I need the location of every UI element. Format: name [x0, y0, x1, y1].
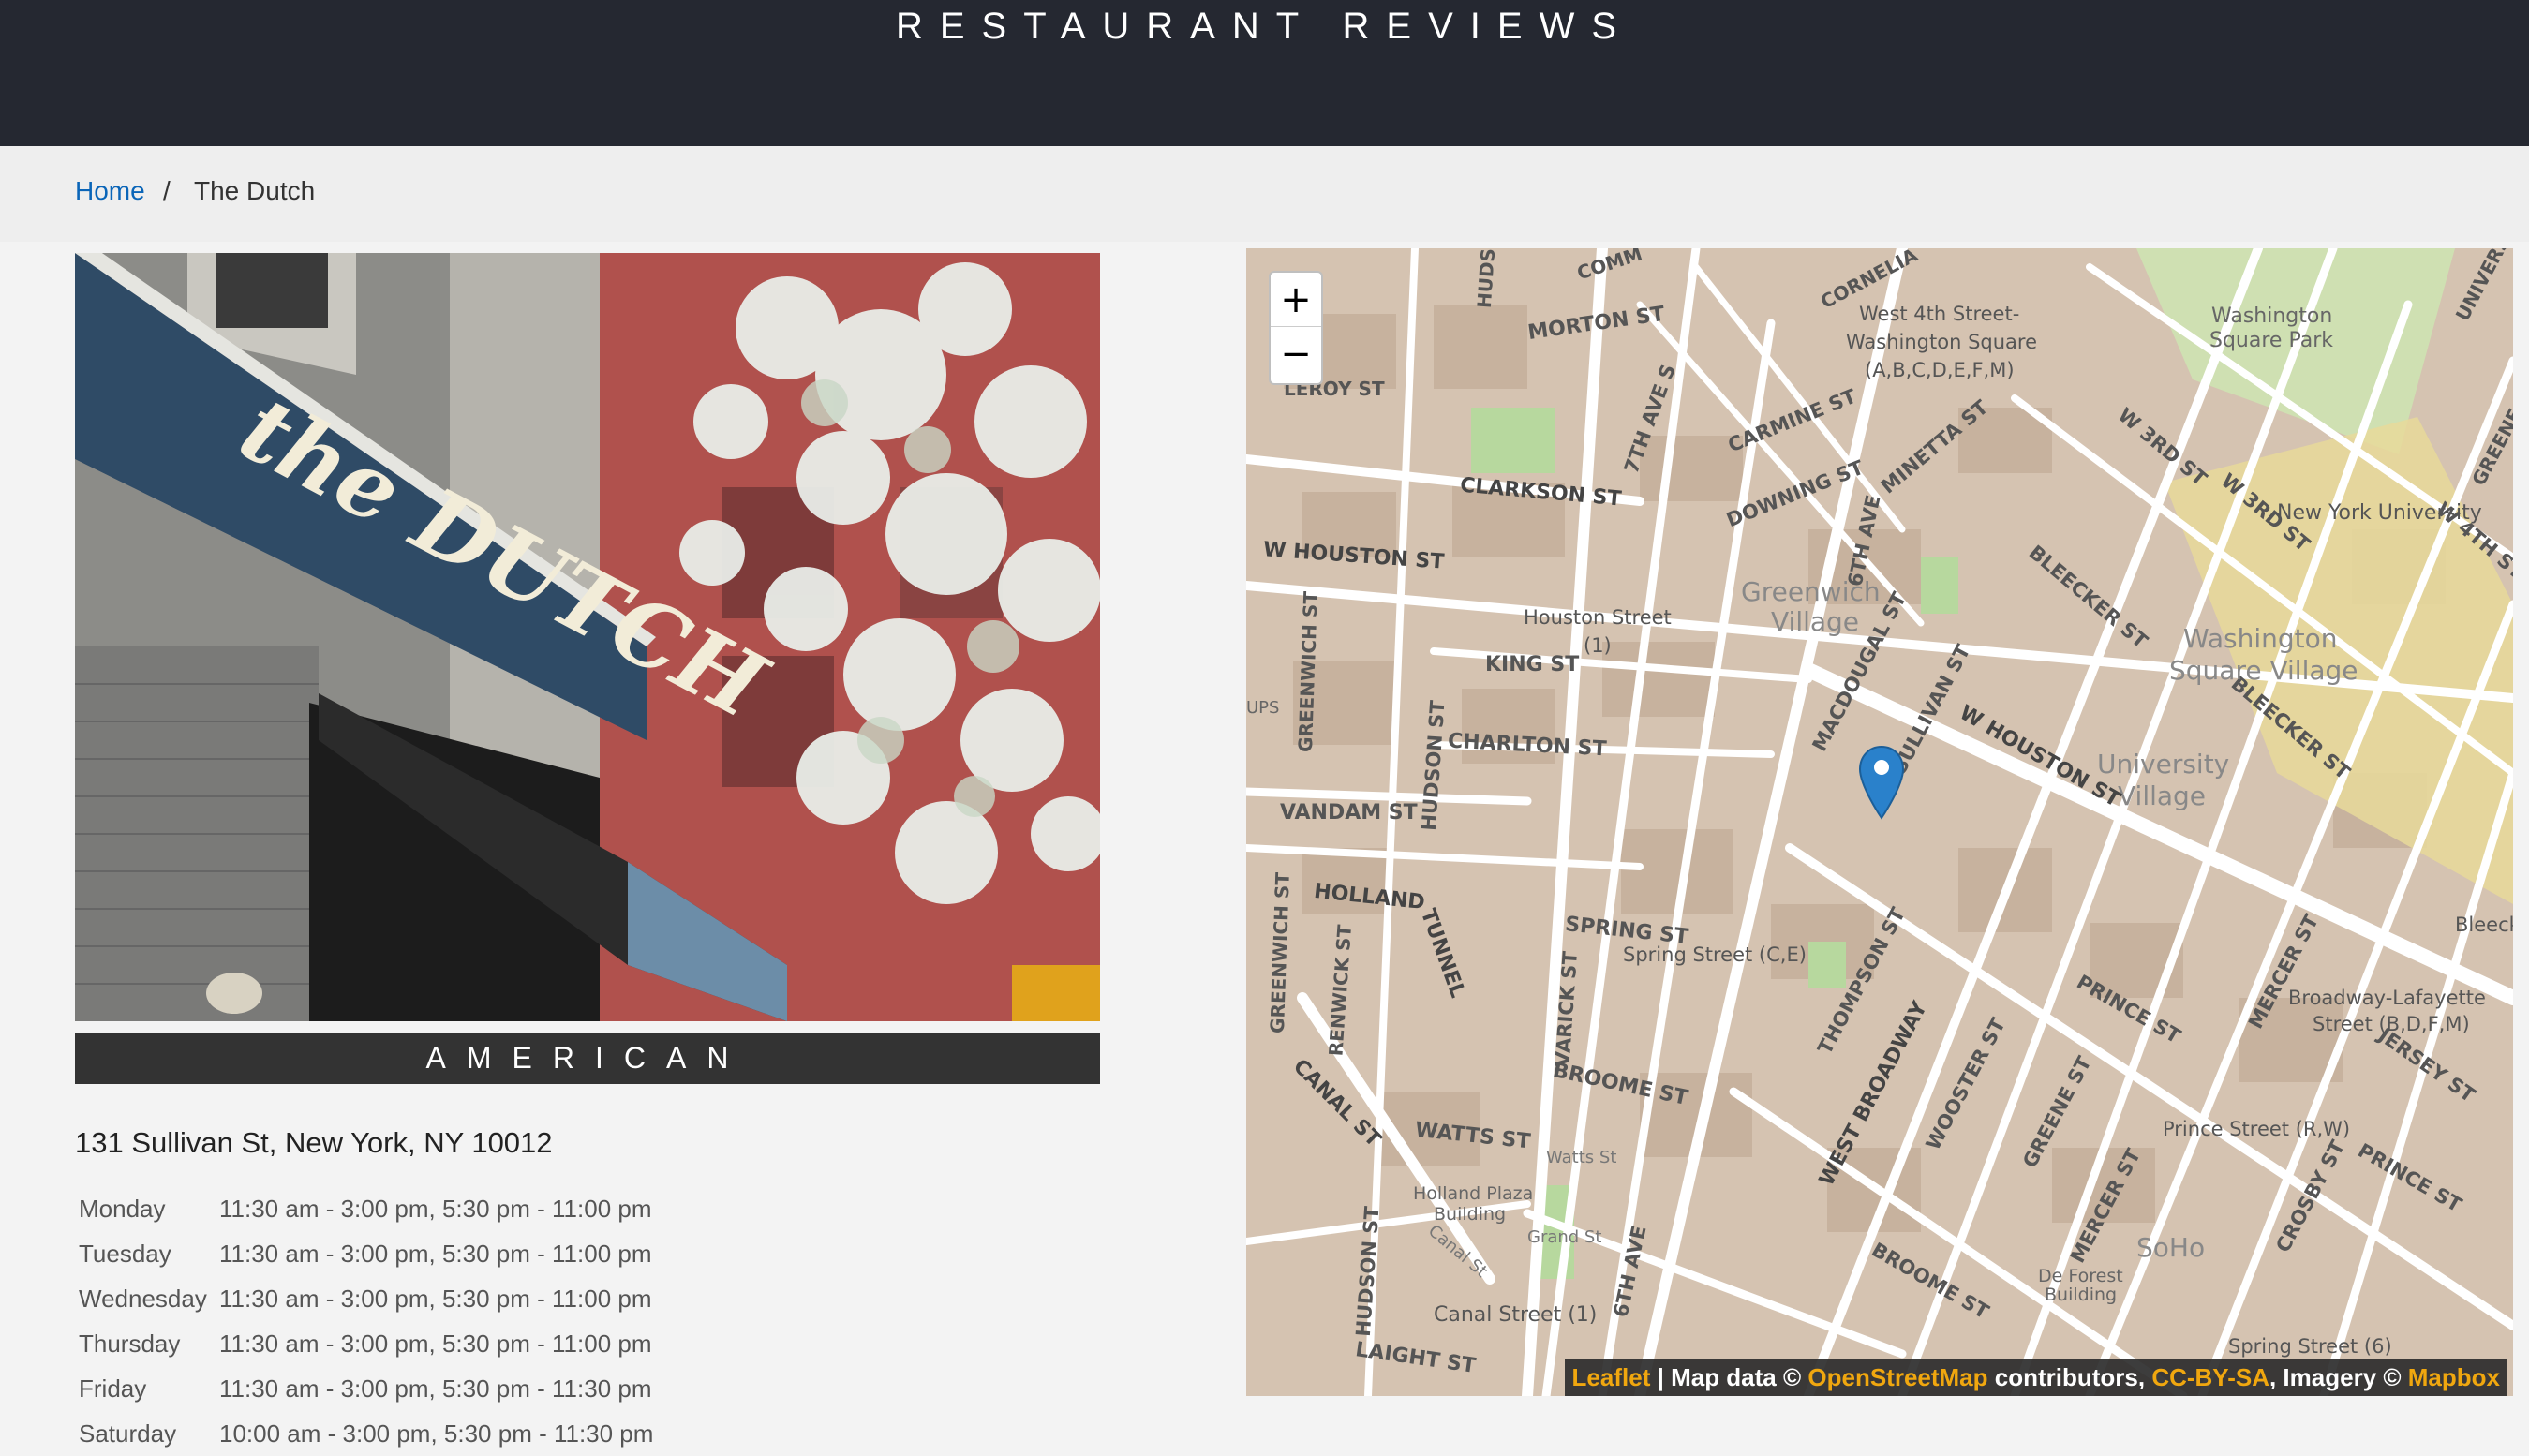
map-label-station: (A,B,C,D,E,F,M) — [1865, 359, 2015, 381]
hours-row: Tuesday 11:30 am - 3:00 pm, 5:30 pm - 11:… — [75, 1231, 657, 1276]
map-label-area: Square Village — [2169, 655, 2358, 686]
map-label-station: Spring Street (6) — [2228, 1335, 2392, 1358]
attribution-osm-link[interactable]: OpenStreetMap — [1807, 1363, 1987, 1391]
map[interactable]: MORTON ST LEROY ST CLARKSON ST W HOUSTON… — [1246, 248, 2513, 1396]
map-label-station: (1) — [1584, 634, 1612, 657]
hours-day: Thursday — [79, 1329, 181, 1358]
map-label-area: University — [2097, 749, 2230, 780]
restaurant-address: 131 Sullivan St, New York, NY 10012 — [75, 1126, 553, 1159]
map-label-station: Broadway-Lafayette — [2288, 987, 2486, 1009]
map-label-station: Spring Street (C,E) — [1623, 943, 1807, 966]
map-label-area: Village — [2118, 780, 2207, 811]
hours-time: 11:30 am - 3:00 pm, 5:30 pm - 11:00 pm — [219, 1239, 652, 1268]
hours-time: 10:00 am - 3:00 pm, 5:30 pm - 11:30 pm — [219, 1419, 654, 1448]
hours-time: 11:30 am - 3:00 pm, 5:30 pm - 11:00 pm — [219, 1329, 652, 1358]
hours-day: Friday — [79, 1374, 147, 1403]
map-label-area: Village — [1771, 606, 1860, 637]
restaurant-photo-image: the DUTCH — [75, 253, 1100, 1021]
attribution-mapbox-link[interactable]: Mapbox — [2408, 1363, 2500, 1391]
attribution-leaflet-link[interactable]: Leaflet — [1572, 1363, 1651, 1391]
zoom-control: + − — [1269, 271, 1323, 385]
attribution-text: , Imagery © — [2269, 1363, 2408, 1391]
attribution-text: | Map data © — [1650, 1363, 1808, 1391]
breadcrumb-home-link[interactable]: Home — [75, 176, 145, 206]
map-marker-icon[interactable] — [1858, 745, 1905, 820]
site-header: RESTAURANT REVIEWS — [0, 0, 2529, 146]
map-label-building: Holland Plaza — [1413, 1183, 1534, 1204]
breadcrumb-current: The Dutch — [194, 176, 316, 205]
attribution-license-link[interactable]: CC-BY-SA — [2151, 1363, 2269, 1391]
map-label-street: HUDS — [1472, 248, 1500, 309]
hours-row: Friday 11:30 am - 3:00 pm, 5:30 pm - 11:3… — [75, 1366, 657, 1411]
zoom-in-button[interactable]: + — [1271, 273, 1321, 327]
map-label-building: Building — [1434, 1204, 1507, 1225]
hours-day: Wednesday — [79, 1284, 207, 1313]
map-label-area: Washington — [2183, 623, 2338, 654]
map-label-area: New York University — [2277, 501, 2482, 525]
site-title: RESTAURANT REVIEWS — [895, 6, 1634, 47]
hours-table: Monday 11:30 am - 3:00 pm, 5:30 pm - 11:0… — [75, 1186, 657, 1456]
hours-row: Saturday 10:00 am - 3:00 pm, 5:30 pm - 11… — [75, 1411, 657, 1456]
cuisine-label: AMERICAN — [75, 1033, 1100, 1084]
map-attribution: Leaflet | Map data © OpenStreetMap contr… — [1564, 1359, 2507, 1396]
map-label-park: Square Park — [2209, 329, 2333, 352]
map-label-area: Bleeck — [2455, 914, 2513, 936]
hours-day: Monday — [79, 1194, 166, 1223]
attribution-text: contributors, — [1987, 1363, 2152, 1391]
hours-row: Thursday 11:30 am - 3:00 pm, 5:30 pm - 11… — [75, 1321, 657, 1366]
map-label-street: VANDAM ST — [1280, 801, 1418, 825]
map-label-building: De Forest — [2038, 1266, 2123, 1286]
hours-row: Monday 11:30 am - 3:00 pm, 5:30 pm - 11:0… — [75, 1186, 657, 1231]
hours-time: 11:30 am - 3:00 pm, 5:30 pm - 11:30 pm — [219, 1374, 652, 1403]
hours-time: 11:30 am - 3:00 pm, 5:30 pm - 11:00 pm — [219, 1194, 652, 1223]
map-label-area: UPS — [1246, 698, 1280, 718]
map-label-street: Grand St — [1527, 1227, 1602, 1247]
breadcrumb-separator: / — [163, 176, 171, 205]
hours-day: Tuesday — [79, 1239, 171, 1268]
map-label-street: KING ST — [1485, 653, 1580, 676]
map-label-station: Street (B,D,F,M) — [2313, 1013, 2470, 1035]
restaurant-photo: the DUTCH — [75, 253, 1100, 1021]
zoom-out-button[interactable]: − — [1271, 327, 1321, 381]
map-label-station: Houston Street — [1524, 606, 1672, 629]
map-label-park: Washington — [2211, 305, 2333, 328]
map-label-station: Washington Square — [1846, 331, 2038, 353]
map-label-building: Building — [2045, 1285, 2118, 1305]
breadcrumb: Home / The Dutch — [0, 146, 2529, 242]
map-label-area: SoHo — [2136, 1232, 2206, 1263]
map-label-street: Watts St — [1546, 1148, 1617, 1167]
hours-day: Saturday — [79, 1419, 177, 1448]
hours-row: Wednesday 11:30 am - 3:00 pm, 5:30 pm - 1… — [75, 1276, 657, 1321]
map-label-station: Prince Street (R,W) — [2163, 1118, 2351, 1140]
hours-time: 11:30 am - 3:00 pm, 5:30 pm - 11:00 pm — [219, 1284, 652, 1313]
map-label-station: West 4th Street- — [1859, 303, 2020, 325]
map-label-station: Canal Street (1) — [1434, 1303, 1598, 1327]
